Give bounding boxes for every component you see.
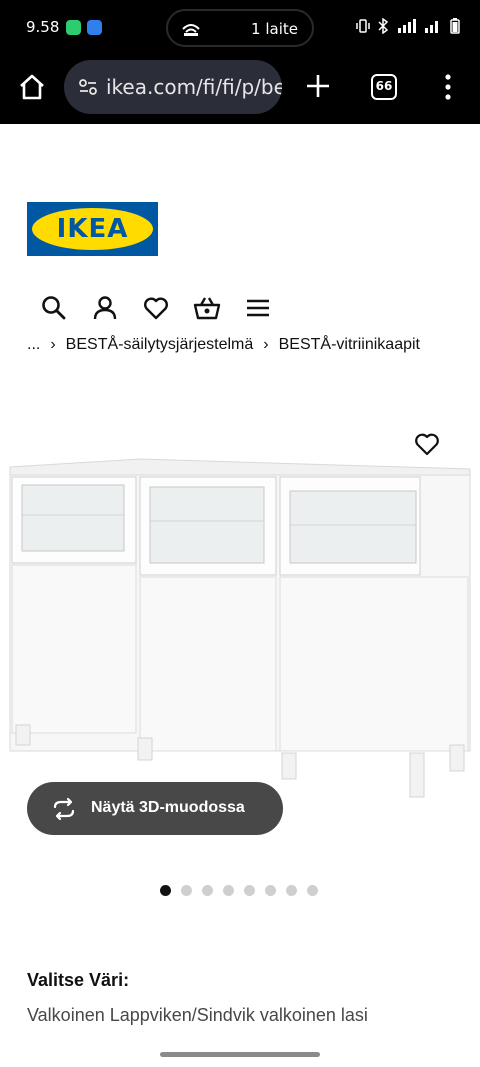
site-settings-icon[interactable] bbox=[78, 77, 98, 97]
carousel-dot[interactable] bbox=[160, 885, 171, 896]
ikea-logo[interactable]: IKEA bbox=[27, 202, 158, 256]
carousel-dot[interactable] bbox=[307, 885, 318, 896]
url-text[interactable]: ikea.com/fi/fi/p/besta bbox=[106, 75, 282, 99]
view-in-3d-button[interactable]: Näytä 3D-muodossa bbox=[27, 782, 283, 835]
browser-toolbar: ikea.com/fi/fi/p/besta 66 bbox=[0, 56, 480, 124]
connected-device-count: 1 laite bbox=[251, 20, 298, 38]
carousel-dot[interactable] bbox=[244, 885, 255, 896]
breadcrumb-item[interactable]: BESTÅ-säilytysjärjestelmä bbox=[66, 336, 254, 354]
tab-switcher-button[interactable]: 66 bbox=[371, 74, 397, 100]
carousel-dot[interactable] bbox=[202, 885, 213, 896]
breadcrumb-item[interactable]: BESTÅ-vitriinikaapit bbox=[279, 336, 420, 354]
carousel-dot[interactable] bbox=[223, 885, 234, 896]
image-carousel-indicator bbox=[160, 885, 318, 896]
address-bar[interactable]: ikea.com/fi/fi/p/besta bbox=[64, 60, 282, 114]
cast-icon bbox=[182, 24, 200, 36]
color-heading: Valitse Väri: bbox=[27, 970, 130, 990]
status-bar: 9.58 1 laite bbox=[0, 0, 480, 56]
home-icon[interactable] bbox=[16, 71, 48, 103]
product-image[interactable] bbox=[0, 455, 480, 815]
new-tab-icon[interactable] bbox=[303, 71, 333, 101]
bluetooth-icon bbox=[378, 18, 389, 34]
search-icon[interactable] bbox=[40, 294, 68, 322]
vibrate-icon bbox=[356, 19, 370, 33]
favorites-icon[interactable] bbox=[142, 294, 170, 322]
breadcrumb-separator: › bbox=[50, 336, 56, 353]
carousel-dot[interactable] bbox=[286, 885, 297, 896]
signal-4g-icon bbox=[398, 19, 416, 33]
rotate-3d-icon bbox=[53, 797, 75, 821]
carousel-dot[interactable] bbox=[265, 885, 276, 896]
view-in-3d-label: Näytä 3D-muodossa bbox=[91, 799, 245, 816]
menu-icon[interactable] bbox=[244, 294, 272, 322]
logo-oval: IKEA bbox=[32, 208, 153, 250]
status-time: 9.58 bbox=[26, 18, 60, 36]
gesture-bar[interactable] bbox=[160, 1052, 320, 1057]
carousel-dot[interactable] bbox=[181, 885, 192, 896]
cart-icon[interactable] bbox=[193, 294, 221, 322]
notification-app-icon bbox=[87, 20, 102, 35]
notification-app-icon bbox=[66, 20, 81, 35]
breadcrumb-ellipsis[interactable]: ... bbox=[27, 336, 40, 354]
save-to-favorites-icon[interactable] bbox=[413, 430, 441, 458]
status-icons bbox=[356, 18, 462, 34]
battery-icon bbox=[450, 18, 460, 34]
selected-color: Valkoinen Lappviken/Sindvik valkoinen la… bbox=[27, 1005, 368, 1025]
header-nav bbox=[40, 294, 272, 322]
signal-icon bbox=[425, 21, 438, 33]
logo-text: IKEA bbox=[56, 214, 129, 244]
breadcrumb-separator: › bbox=[263, 336, 269, 353]
connected-device-pill[interactable]: 1 laite bbox=[166, 9, 314, 47]
account-icon[interactable] bbox=[91, 294, 119, 322]
breadcrumb: ... › BESTÅ-säilytysjärjestelmä › BESTÅ-… bbox=[27, 336, 420, 354]
more-options-icon[interactable] bbox=[440, 72, 456, 102]
